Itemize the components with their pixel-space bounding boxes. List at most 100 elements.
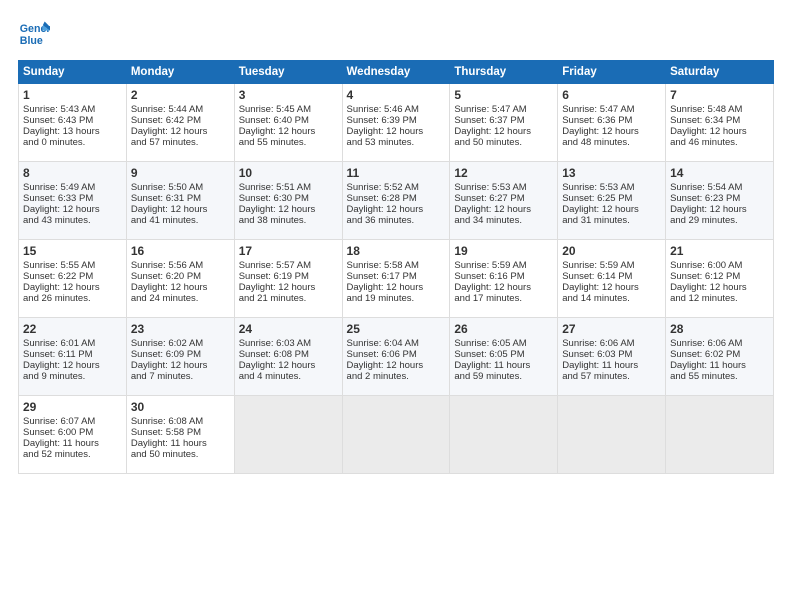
sunset-text: Sunset: 6:03 PM (562, 349, 632, 360)
daylight-line2: and 55 minutes. (239, 137, 307, 148)
daylight-line2: and 41 minutes. (131, 215, 199, 226)
day-cell: 11Sunrise: 5:52 AMSunset: 6:28 PMDayligh… (342, 162, 450, 240)
daylight-line1: Daylight: 11 hours (562, 360, 638, 371)
day-number: 16 (131, 244, 230, 258)
daylight-line2: and 36 minutes. (347, 215, 415, 226)
daylight-line1: Daylight: 12 hours (562, 282, 639, 293)
sunrise-text: Sunrise: 5:52 AM (347, 182, 419, 193)
sunset-text: Sunset: 6:43 PM (23, 115, 93, 126)
day-number: 9 (131, 166, 230, 180)
daylight-line2: and 9 minutes. (23, 371, 85, 382)
day-cell: 5 Sunrise: 5:47 AMSunset: 6:37 PMDaylight… (450, 84, 558, 162)
day-number: 26 (454, 322, 553, 336)
calendar-body: 1Sunrise: 5:43 AMSunset: 6:43 PMDaylight… (19, 84, 774, 474)
day-cell: 19Sunrise: 5:59 AMSunset: 6:16 PMDayligh… (450, 240, 558, 318)
day-cell: 28Sunrise: 6:06 AMSunset: 6:02 PMDayligh… (666, 318, 774, 396)
daylight-line1: Daylight: 12 hours (454, 126, 531, 137)
sunset-text: Sunset: 6:37 PM (454, 115, 524, 126)
sunrise-text: Sunrise: 6:06 AM (670, 338, 742, 349)
day-number: 21 (670, 244, 769, 258)
calendar-header-row: SundayMondayTuesdayWednesdayThursdayFrid… (19, 61, 774, 84)
daylight-line2: and 31 minutes. (562, 215, 630, 226)
week-row-3: 15Sunrise: 5:55 AMSunset: 6:22 PMDayligh… (19, 240, 774, 318)
daylight-line2: and 19 minutes. (347, 293, 415, 304)
day-number: 12 (454, 166, 553, 180)
week-row-2: 8Sunrise: 5:49 AMSunset: 6:33 PMDaylight… (19, 162, 774, 240)
daylight-line2: and 12 minutes. (670, 293, 738, 304)
sunset-text: Sunset: 6:27 PM (454, 193, 524, 204)
header-cell-tuesday: Tuesday (234, 61, 342, 84)
day-number: 4 (347, 88, 446, 102)
sunset-text: Sunset: 6:40 PM (239, 115, 309, 126)
day-cell: 1Sunrise: 5:43 AMSunset: 6:43 PMDaylight… (19, 84, 127, 162)
day-cell (450, 396, 558, 474)
day-number: 18 (347, 244, 446, 258)
sunrise-text: Sunrise: 5:46 AM (347, 104, 419, 115)
sunrise-text: Sunrise: 5:51 AM (239, 182, 311, 193)
daylight-line1: Daylight: 11 hours (131, 438, 207, 449)
day-cell: 9Sunrise: 5:50 AMSunset: 6:31 PMDaylight… (126, 162, 234, 240)
daylight-line1: Daylight: 12 hours (239, 204, 316, 215)
day-cell: 2Sunrise: 5:44 AMSunset: 6:42 PMDaylight… (126, 84, 234, 162)
day-number: 29 (23, 400, 122, 414)
day-cell: 7Sunrise: 5:48 AMSunset: 6:34 PMDaylight… (666, 84, 774, 162)
daylight-line2: and 34 minutes. (454, 215, 522, 226)
header-cell-friday: Friday (558, 61, 666, 84)
svg-text:Blue: Blue (20, 35, 43, 47)
day-number: 14 (670, 166, 769, 180)
daylight-line1: Daylight: 12 hours (23, 204, 100, 215)
sunset-text: Sunset: 6:31 PM (131, 193, 201, 204)
day-number: 2 (131, 88, 230, 102)
sunrise-text: Sunrise: 6:00 AM (670, 260, 742, 271)
sunrise-text: Sunrise: 5:53 AM (454, 182, 526, 193)
day-cell: 10Sunrise: 5:51 AMSunset: 6:30 PMDayligh… (234, 162, 342, 240)
daylight-line2: and 38 minutes. (239, 215, 307, 226)
sunset-text: Sunset: 6:14 PM (562, 271, 632, 282)
sunset-text: Sunset: 6:09 PM (131, 349, 201, 360)
day-cell: 8Sunrise: 5:49 AMSunset: 6:33 PMDaylight… (19, 162, 127, 240)
week-row-5: 29Sunrise: 6:07 AMSunset: 6:00 PMDayligh… (19, 396, 774, 474)
daylight-line1: Daylight: 12 hours (131, 204, 208, 215)
sunset-text: Sunset: 6:42 PM (131, 115, 201, 126)
sunrise-text: Sunrise: 5:54 AM (670, 182, 742, 193)
daylight-line2: and 26 minutes. (23, 293, 91, 304)
daylight-line1: Daylight: 12 hours (131, 360, 208, 371)
sunset-text: Sunset: 6:39 PM (347, 115, 417, 126)
day-number: 3 (239, 88, 338, 102)
daylight-line2: and 48 minutes. (562, 137, 630, 148)
sunrise-text: Sunrise: 5:48 AM (670, 104, 742, 115)
daylight-line2: and 46 minutes. (670, 137, 738, 148)
sunset-text: Sunset: 6:06 PM (347, 349, 417, 360)
daylight-line1: Daylight: 12 hours (131, 126, 208, 137)
day-cell: 26Sunrise: 6:05 AMSunset: 6:05 PMDayligh… (450, 318, 558, 396)
day-cell: 18Sunrise: 5:58 AMSunset: 6:17 PMDayligh… (342, 240, 450, 318)
day-number: 28 (670, 322, 769, 336)
day-number: 24 (239, 322, 338, 336)
daylight-line2: and 52 minutes. (23, 449, 91, 460)
sunset-text: Sunset: 6:19 PM (239, 271, 309, 282)
day-number: 5 (454, 88, 553, 102)
sunrise-text: Sunrise: 6:06 AM (562, 338, 634, 349)
daylight-line1: Daylight: 12 hours (347, 360, 424, 371)
header-cell-thursday: Thursday (450, 61, 558, 84)
sunrise-text: Sunrise: 5:56 AM (131, 260, 203, 271)
daylight-line1: Daylight: 12 hours (347, 282, 424, 293)
daylight-line2: and 57 minutes. (131, 137, 199, 148)
daylight-line2: and 55 minutes. (670, 371, 738, 382)
sunrise-text: Sunrise: 5:47 AM (454, 104, 526, 115)
sunrise-text: Sunrise: 5:45 AM (239, 104, 311, 115)
sunrise-text: Sunrise: 5:59 AM (454, 260, 526, 271)
day-cell: 27Sunrise: 6:06 AMSunset: 6:03 PMDayligh… (558, 318, 666, 396)
sunrise-text: Sunrise: 5:57 AM (239, 260, 311, 271)
sunset-text: Sunset: 6:12 PM (670, 271, 740, 282)
daylight-line1: Daylight: 12 hours (23, 282, 100, 293)
day-cell (558, 396, 666, 474)
sunset-text: Sunset: 6:20 PM (131, 271, 201, 282)
sunset-text: Sunset: 6:17 PM (347, 271, 417, 282)
sunrise-text: Sunrise: 5:47 AM (562, 104, 634, 115)
day-cell: 3Sunrise: 5:45 AMSunset: 6:40 PMDaylight… (234, 84, 342, 162)
day-number: 15 (23, 244, 122, 258)
daylight-line2: and 57 minutes. (562, 371, 630, 382)
daylight-line2: and 50 minutes. (454, 137, 522, 148)
day-number: 8 (23, 166, 122, 180)
